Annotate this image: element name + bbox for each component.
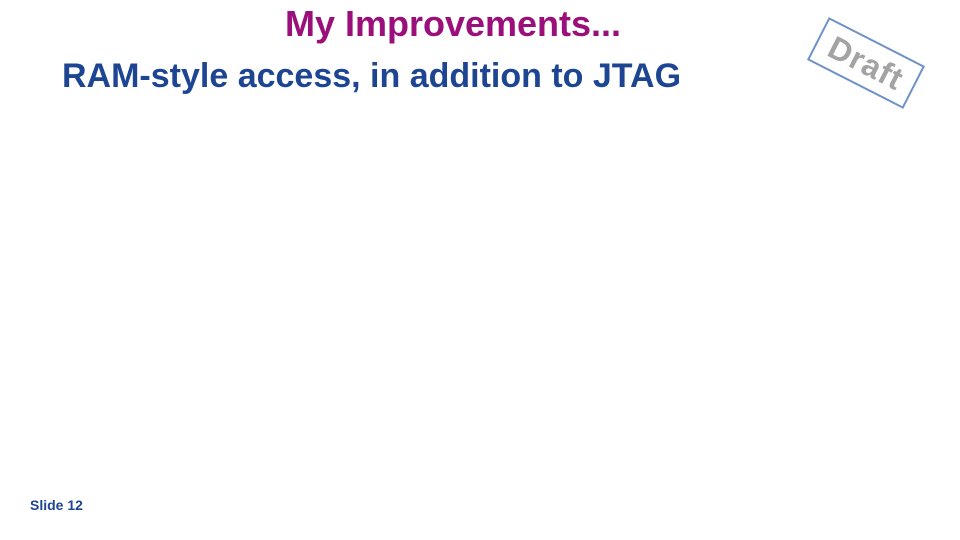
slide-title: My Improvements... [284, 3, 622, 44]
slide-number: Slide 12 [30, 497, 83, 513]
slide-subtitle: RAM-style access, in addition to JTAG [62, 57, 682, 95]
slide-canvas: My Improvements... RAM-style access, in … [0, 0, 960, 540]
